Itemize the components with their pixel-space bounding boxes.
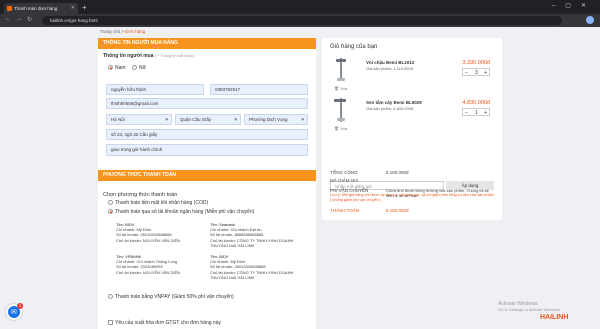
product-total: 3.330.000đ — [462, 60, 490, 66]
total-label: THÀNH TOÁN — [330, 208, 360, 213]
brand-logo: HAILINH — [540, 314, 569, 321]
gender-male-label: Nam — [115, 65, 126, 71]
close-tab-icon[interactable]: ✕ — [71, 3, 75, 14]
subtotal-label: TỔNG CỘNG — [330, 170, 358, 175]
payment-vnpay-option[interactable]: Thanh toán bằng VNPAY (Giảm 50% phí vận … — [108, 294, 234, 300]
gender-female-option[interactable]: Nữ — [132, 65, 146, 71]
delete-label: Xóa — [340, 126, 348, 131]
favicon-icon — [7, 6, 12, 11]
new-tab-button[interactable]: + — [82, 3, 87, 13]
name-field[interactable]: nguyễn hữu thịnh — [106, 84, 204, 95]
gender-female-label: Nữ — [139, 65, 146, 71]
reload-icon[interactable]: ↻ — [27, 16, 32, 23]
breadcrumb: Trang chủ > Đơn hàng — [100, 29, 145, 34]
summary-subtotal-row: TỔNG CỘNG 8.160.000đ — [330, 170, 494, 175]
profile-icon[interactable] — [586, 16, 594, 24]
product-unit-price: Giá sản phẩm: 4.830.000đ — [366, 106, 414, 111]
browser-tab[interactable]: Thanh toán đơn hàng ✕ — [4, 3, 78, 14]
buyer-label: Thông tin người mua — [103, 53, 154, 59]
product-total: 4.830.000đ — [462, 100, 490, 106]
payment-vnpay-label: Thanh toán bằng VNPAY (Giảm 50% phí vận … — [115, 294, 234, 300]
decrease-icon[interactable]: − — [465, 69, 468, 77]
product-unit-price: Giá sản phẩm: 1.110.000đ — [366, 66, 413, 71]
district-select[interactable]: Quận Cầu Giấy — [175, 114, 241, 125]
delete-label: Xóa — [340, 86, 348, 91]
chat-badge: 2 — [17, 303, 23, 309]
summary-shipping-row: PHÍ VẬN CHUYỂN Chưa tính được trong trườ… — [330, 188, 494, 198]
quantity-value[interactable]: 1 — [475, 109, 478, 117]
required-note: ( * Thông tin bắt buộc) — [154, 53, 195, 58]
url-field[interactable]: hailinh.vn/gio-hang.html — [42, 16, 562, 25]
city-select[interactable]: Hà Nội — [106, 114, 172, 125]
increase-icon[interactable]: + — [484, 109, 487, 117]
windows-activation-watermark: Activate Windows Go to Settings to activ… — [498, 301, 561, 313]
buyer-label-row: Thông tin người mua ( * Thông tin bắt bu… — [103, 53, 194, 59]
radio-icon[interactable] — [108, 65, 113, 71]
quantity-stepper[interactable]: − 1 + — [462, 108, 490, 116]
bank-info: Tên: Seabank Chi nhánh: Chi nhánh Đại An… — [210, 222, 310, 248]
tab-title: Thanh toán đơn hàng — [14, 6, 58, 11]
address-bar: ← → ↻ hailinh.vn/gio-hang.html — [0, 14, 600, 27]
ward-select[interactable]: Phường Dịch Vọng — [244, 114, 308, 125]
decrease-icon[interactable]: − — [465, 109, 468, 117]
window-controls[interactable]: –▢✕ — [552, 2, 596, 9]
email-field[interactable]: thinhhh556@gmail.com — [106, 98, 308, 109]
product-image[interactable] — [334, 58, 348, 82]
product-name[interactable]: Sen tắm cây Bemi BL5029 — [366, 100, 422, 105]
bank-info: Tên: BIDV Chi nhánh: Mỹ Đình Số tài khoả… — [116, 222, 206, 243]
bank-owner: Chủ tài khoản: NGUYỄN VĂN DIỆN — [116, 269, 181, 275]
payment-transfer-label: Thanh toán qua số tài khoản ngân hàng (M… — [115, 209, 255, 215]
note-field[interactable]: giao trong giờ hành chính — [106, 144, 308, 156]
discount-label: MÃ GIẢM GIÁ — [330, 178, 359, 183]
customer-section-heading: THÔNG TIN NGƯỜI MUA HÀNG — [98, 38, 316, 49]
shipping-label: PHÍ VẬN CHUYỂN — [330, 188, 369, 193]
total-value: 8.160.000đ — [386, 208, 409, 213]
radio-icon[interactable] — [132, 65, 137, 71]
phone-field[interactable]: 0393782917 — [210, 84, 308, 95]
messenger-chat-button[interactable]: ✉ 2 — [6, 303, 23, 320]
cart-item: Vòi chậu Bemi BL1012 Giá sản phẩm: 1.110… — [330, 54, 494, 96]
radio-icon[interactable] — [108, 200, 113, 206]
chat-icon: ✉ — [11, 309, 17, 316]
summary-total-row: THÀNH TOÁN 8.160.000đ — [330, 208, 494, 213]
product-name[interactable]: Vòi chậu Bemi BL1012 — [366, 60, 414, 65]
payment-cod-label: Thanh toán tiền mặt khi nhận hàng (COD) — [115, 200, 209, 206]
checkbox-icon[interactable] — [108, 320, 113, 326]
address-field[interactable]: số 23, ngõ 32 Cầu giấy — [106, 129, 308, 140]
invoice-option[interactable]: Yêu cầu xuất hóa đơn GTGT cho đơn hàng n… — [108, 320, 221, 326]
cart-item: Sen tắm cây Bemi BL5029 Giá sản phẩm: 4.… — [330, 94, 494, 136]
summary-discount-row: MÃ GIẢM GIÁ — [330, 178, 494, 183]
breadcrumb-current: Đơn hàng — [125, 29, 146, 34]
bank-owner: Chủ tài khoản: NGUYỄN VĂN DIỆN — [116, 237, 181, 243]
delete-item-button[interactable]: 🗑 Xóa — [334, 86, 347, 91]
shipping-value: Chưa tính được trong trường của sản phẩm… — [386, 188, 489, 198]
invoice-label: Yêu cầu xuất hóa đơn GTGT cho đơn hàng n… — [115, 320, 221, 326]
bank-info: Tên: BIDV Chi nhánh: Mỹ Đình Số tài khoả… — [210, 254, 310, 280]
breadcrumb-home[interactable]: Trang chủ — [100, 29, 120, 34]
watermark-subtitle: Go to Settings to activate Windows. — [498, 307, 562, 312]
delete-item-button[interactable]: 🗑 Xóa — [334, 126, 347, 131]
cart-heading: Giỏ hàng của bạn — [330, 44, 378, 50]
forward-icon[interactable]: → — [16, 16, 22, 22]
bank-owner: Chủ tài khoản: CÔNG TY TNHH KINH DOANH T… — [210, 269, 294, 280]
browser-tabbar: Thanh toán đơn hàng ✕ + –▢✕ — [0, 0, 600, 14]
gender-male-option[interactable]: Nam — [108, 65, 126, 71]
product-image[interactable] — [334, 98, 348, 122]
payment-cod-option[interactable]: Thanh toán tiền mặt khi nhận hàng (COD) — [108, 200, 208, 206]
radio-icon[interactable] — [108, 294, 113, 300]
payment-transfer-option[interactable]: Thanh toán qua số tài khoản ngân hàng (M… — [108, 209, 254, 215]
subtotal-value: 8.160.000đ — [386, 170, 409, 175]
bank-info: Tên: VPBANK Chi nhánh: Chi nhánh Thăng L… — [116, 254, 206, 275]
quantity-value[interactable]: 3 — [475, 69, 478, 77]
back-icon[interactable]: ← — [5, 16, 11, 22]
quantity-stepper[interactable]: − 3 + — [462, 68, 490, 76]
checkout-form: THÔNG TIN NGƯỜI MUA HÀNG Thông tin người… — [98, 38, 316, 329]
payment-section-heading: PHƯƠNG THỨC THANH TOÁN — [98, 170, 316, 181]
increase-icon[interactable]: + — [484, 69, 487, 77]
radio-icon[interactable] — [108, 209, 113, 215]
bank-owner: Chủ tài khoản: CÔNG TY TNHH KINH DOANH T… — [210, 237, 294, 248]
breadcrumb-separator: > — [121, 29, 125, 34]
payment-choose-label: Chọn phương thức thanh toán — [103, 192, 178, 198]
